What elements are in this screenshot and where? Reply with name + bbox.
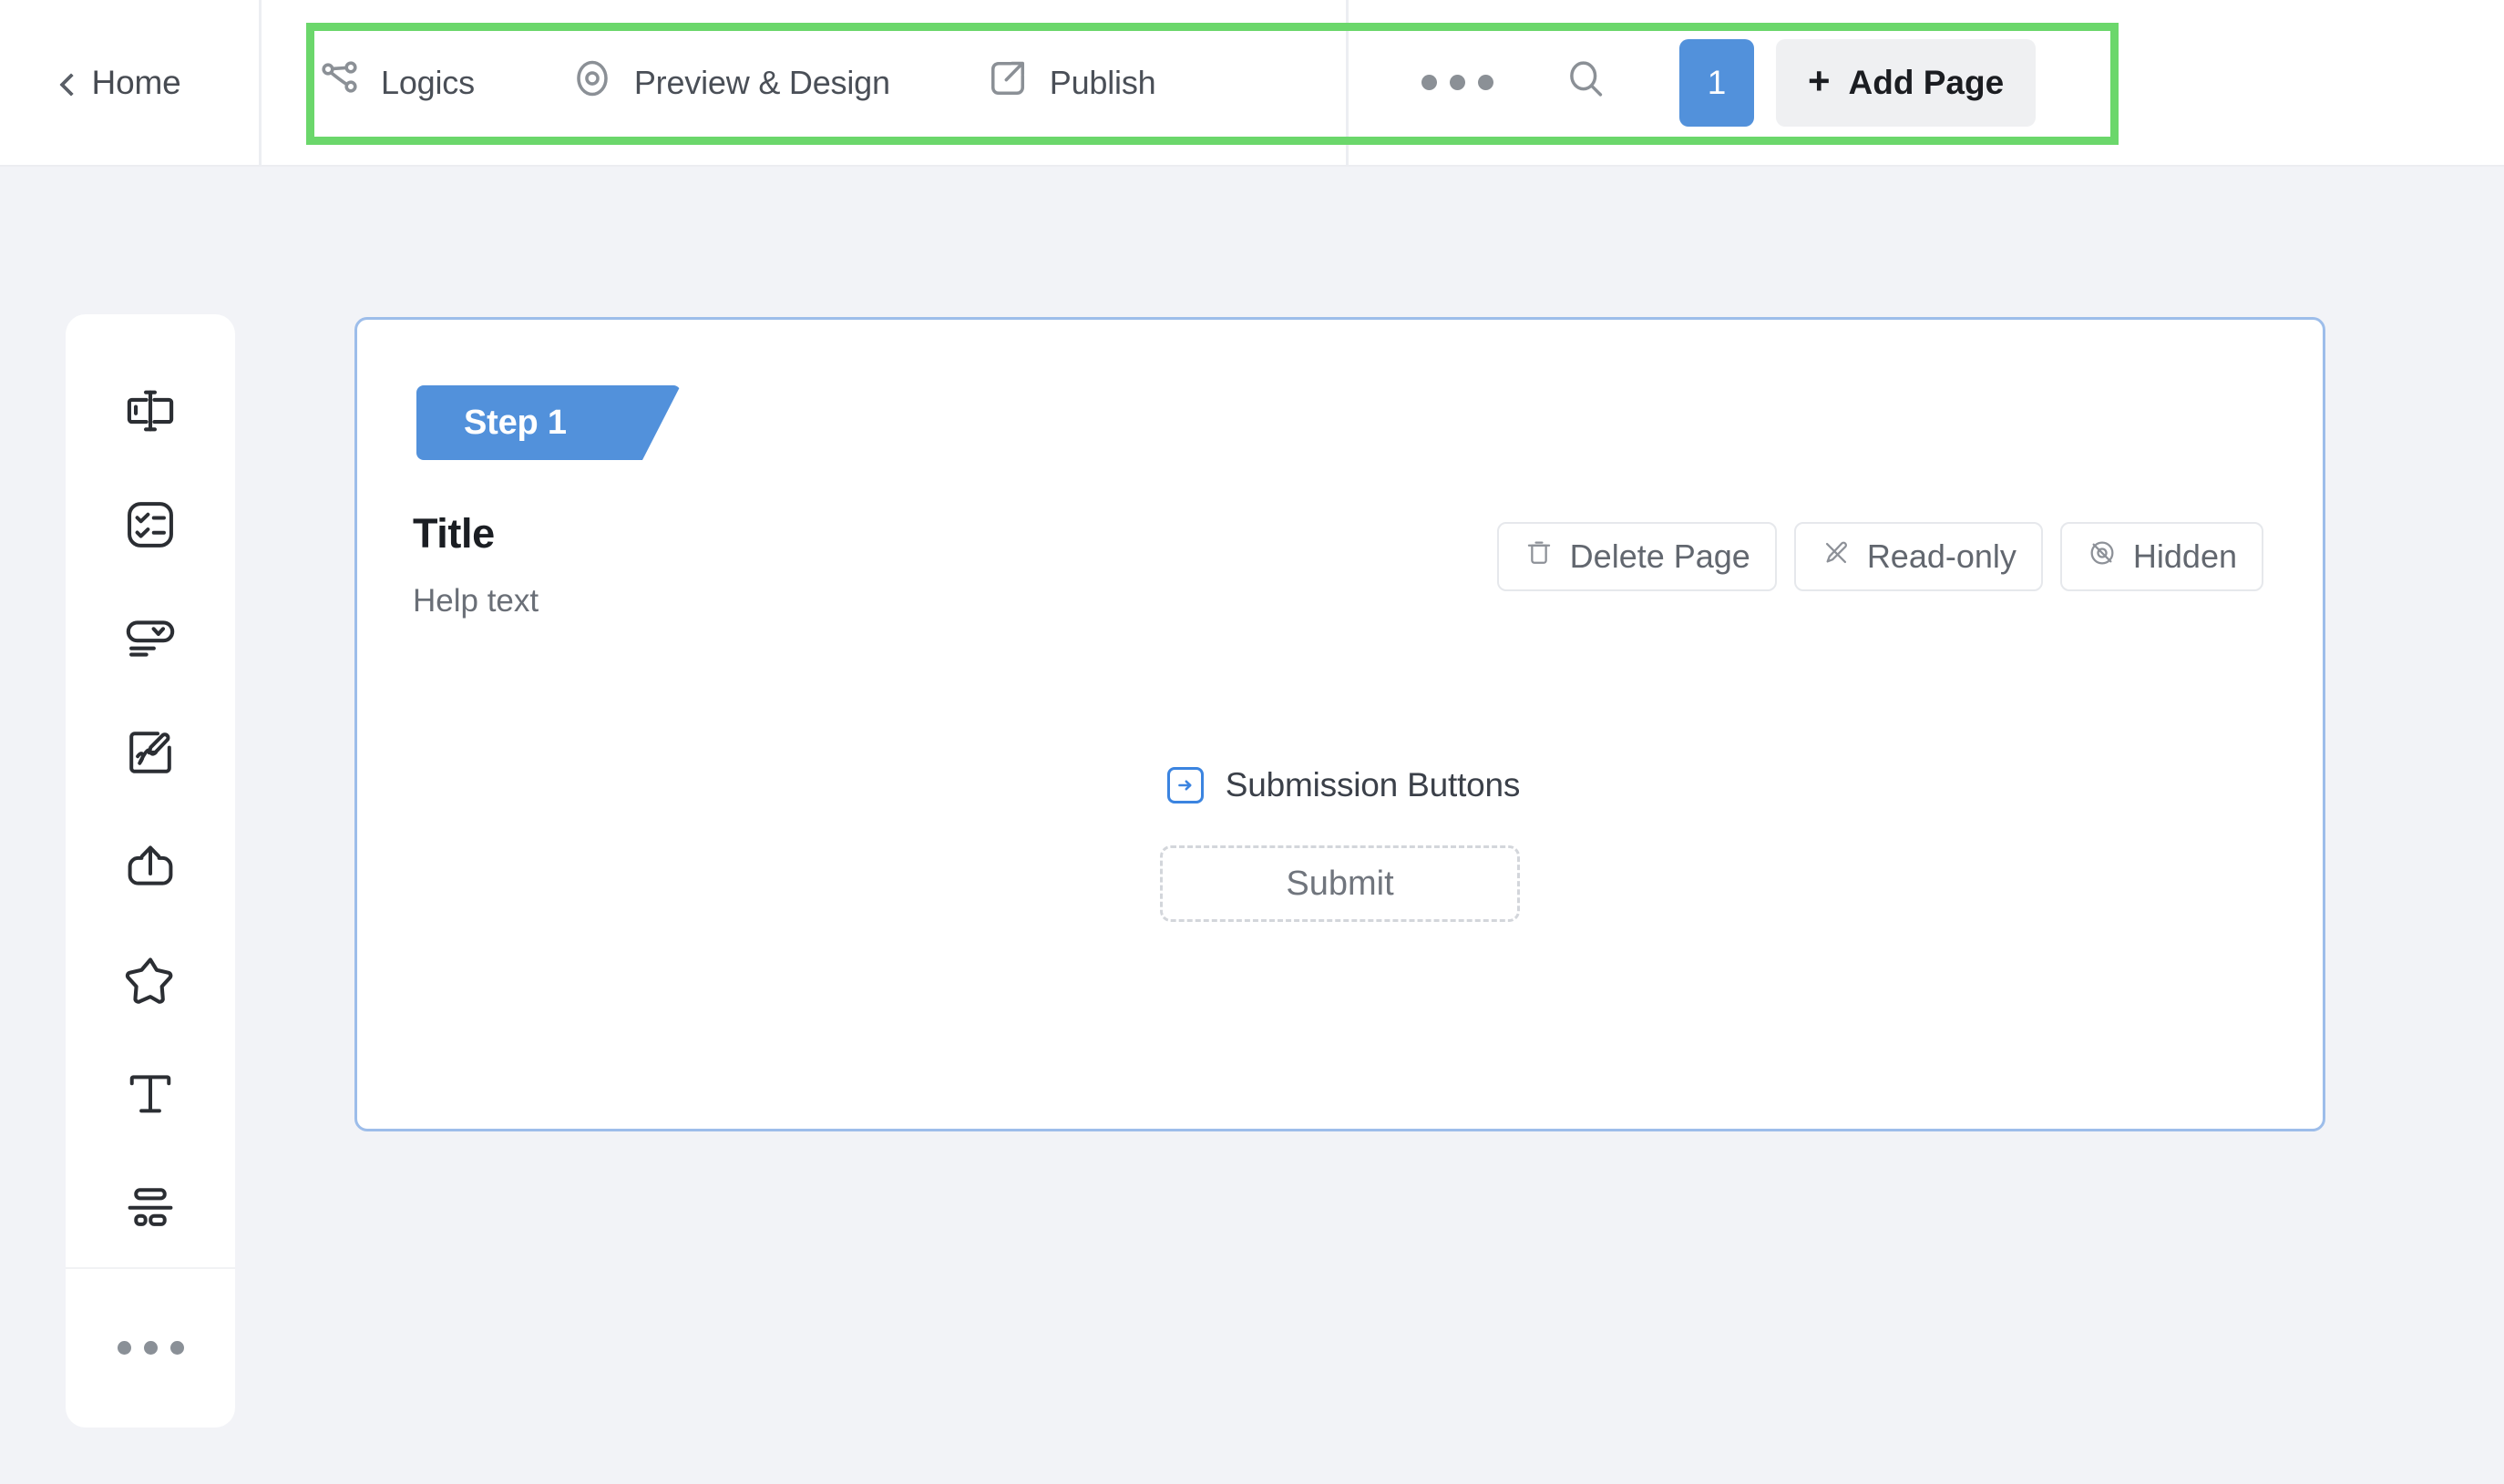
eye-target-icon — [570, 56, 615, 109]
submission-label-row: Submission Buttons — [1166, 766, 1521, 804]
external-link-icon — [985, 56, 1031, 109]
sidebar-item-text-block[interactable] — [96, 1039, 205, 1153]
page-title: Title — [413, 510, 495, 557]
page-actions-group: Delete Page Read-only Hidden — [1496, 522, 2263, 591]
text-input-icon — [120, 381, 180, 445]
step-badge[interactable]: Step 1 — [416, 385, 681, 460]
submission-buttons-block[interactable]: Submission Buttons Submit — [357, 766, 2323, 922]
add-page-label: Add Page — [1848, 63, 2005, 101]
app-header: Home Logics Preview & Design Publish 1 +… — [0, 0, 2504, 167]
submission-label: Submission Buttons — [1225, 766, 1521, 803]
sidebar-more-button[interactable] — [66, 1269, 235, 1428]
sidebar-item-signature-field[interactable] — [96, 698, 205, 812]
nav-item-logics[interactable]: Logics — [262, 0, 522, 165]
sidebar-item-multiple-choice-field[interactable] — [96, 470, 205, 584]
star-icon — [120, 950, 180, 1015]
step-badge-label: Step 1 — [464, 403, 567, 442]
upload-icon — [121, 837, 180, 900]
share-nodes-icon — [318, 56, 362, 108]
page-number-badge[interactable]: 1 — [1679, 38, 1754, 127]
page-help-text: Help text — [413, 583, 539, 619]
signature-icon — [121, 723, 180, 786]
trash-icon — [1524, 537, 1555, 577]
sidebar-item-short-text-field[interactable] — [96, 356, 205, 470]
ellipsis-icon — [117, 1341, 184, 1356]
header-right-cluster: 1 + Add Page — [1346, 0, 2037, 165]
search-button[interactable] — [1537, 34, 1636, 132]
page-number-label: 1 — [1707, 63, 1727, 101]
delete-page-button[interactable]: Delete Page — [1496, 522, 1777, 591]
hidden-button[interactable]: Hidden — [2059, 522, 2263, 591]
home-label: Home — [91, 63, 181, 101]
dropdown-icon — [120, 609, 180, 673]
checklist-icon — [121, 496, 180, 558]
text-block-icon — [121, 1065, 180, 1128]
sidebar-item-file-upload-field[interactable] — [96, 812, 205, 926]
ellipsis-icon — [1421, 75, 1493, 90]
action-label: Delete Page — [1569, 537, 1750, 575]
home-back-button[interactable]: Home — [0, 0, 262, 165]
nav-item-label: Preview & Design — [633, 63, 890, 101]
arrow-right-box-icon — [1166, 767, 1204, 803]
action-label: Read-only — [1866, 537, 2017, 575]
sidebar-item-dropdown-field[interactable] — [96, 584, 205, 698]
nav-item-preview-design[interactable]: Preview & Design — [522, 0, 938, 165]
field-tools-sidebar — [66, 314, 235, 1428]
pen-slash-icon — [1821, 537, 1852, 577]
nav-item-label: Logics — [381, 63, 475, 101]
header-nav-group: Logics Preview & Design Publish — [262, 0, 1203, 165]
submit-button[interactable]: Submit — [1160, 845, 1520, 922]
more-options-button[interactable] — [1408, 34, 1506, 132]
plus-icon: + — [1808, 58, 1831, 102]
form-builder-app: Home Logics Preview & Design Publish 1 +… — [0, 0, 2504, 1484]
form-page-card[interactable]: Step 1 Delete Page Read-only Hidden Subm… — [354, 317, 2325, 1131]
search-icon — [1561, 55, 1612, 110]
action-label: Hidden — [2132, 537, 2237, 575]
sidebar-item-rating-field[interactable] — [96, 926, 205, 1039]
layout-section-icon — [121, 1179, 180, 1242]
eye-slash-icon — [2087, 537, 2118, 577]
nav-item-publish[interactable]: Publish — [938, 0, 1204, 165]
field-tools-list — [96, 314, 205, 1267]
add-page-button[interactable]: + Add Page — [1776, 38, 2037, 127]
read-only-button[interactable]: Read-only — [1793, 522, 2043, 591]
sidebar-item-section-layout[interactable] — [96, 1153, 205, 1267]
chevron-left-icon — [58, 74, 77, 92]
submit-button-label: Submit — [1286, 864, 1394, 903]
nav-item-label: Publish — [1049, 63, 1156, 101]
